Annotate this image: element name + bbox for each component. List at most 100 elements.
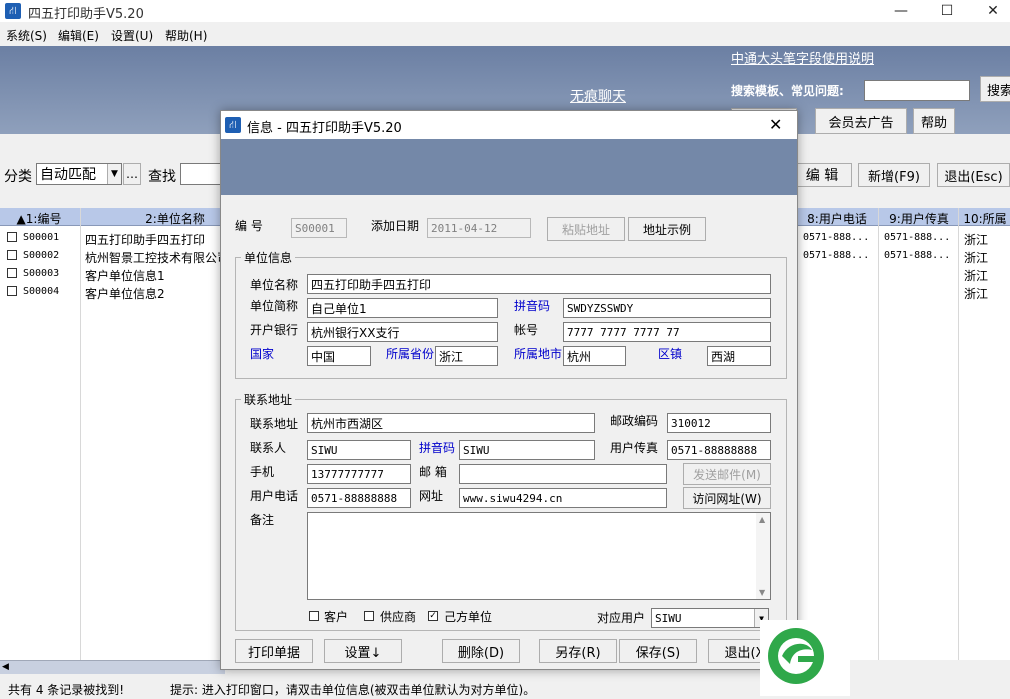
menu-bar: 系统(S) 编辑(E) 设置(U) 帮助(H) [0,26,1010,44]
search-label: 搜索模板、常见问题: [731,84,844,98]
menu-help[interactable]: 帮助(H) [165,27,207,44]
row-name: 客户单位信息1 [85,269,165,283]
supplier-label: 供应商 [380,610,417,624]
search-button[interactable]: 搜索 [980,76,1010,102]
row-code: S00002 [23,250,60,261]
row-name: 四五打印助手四五打印 [85,233,206,247]
email-field[interactable] [459,464,667,484]
maximize-button[interactable]: ☐ [924,0,970,22]
template-search-input[interactable] [864,80,970,101]
menu-settings[interactable]: 设置(U) [111,27,153,44]
settings-button[interactable]: 设置↓ [324,639,402,663]
add-button[interactable]: 新增(F9) [858,163,930,187]
dialog-close-icon[interactable]: ✕ [769,115,782,134]
customer-checkbox[interactable] [309,611,319,621]
account-field[interactable]: 7777 7777 7777 77 [563,322,771,342]
dialog-title-bar: ⛙ 信息 - 四五打印助手V5.20 ✕ [221,111,797,139]
row-checkbox[interactable] [7,232,17,242]
dialog-logo-icon: ⛙ [225,117,241,133]
send-email-button[interactable]: 发送邮件(M) [683,463,771,485]
minimize-button[interactable]: — [878,0,924,22]
note-textarea[interactable]: ▲ ▼ [307,512,771,600]
row-checkbox[interactable] [7,268,17,278]
edit-button[interactable]: 编 辑 [792,163,852,187]
horizontal-scrollbar[interactable]: ◀ [0,660,225,674]
delete-button[interactable]: 删除(D) [442,639,520,663]
tab-vip-no-ads[interactable]: 会员去广告 [815,108,907,134]
zip-field[interactable]: 310012 [667,413,771,433]
col-header-code[interactable]: ▲1:编号 [0,210,78,227]
address-field[interactable]: 杭州市西湖区 [307,413,595,433]
short-name-label: 单位简称 [250,299,299,313]
url-label: 网址 [419,489,444,503]
row-checkbox[interactable] [7,286,17,296]
url-field[interactable]: www.siwu4294.cn [459,488,667,508]
email-label: 邮 箱 [419,465,447,479]
scroll-up-icon[interactable]: ▲ [759,515,765,524]
fax-label: 用户传真 [610,441,659,455]
row-phone: 0571-888... [803,250,870,261]
short-name-field[interactable]: 自己单位1 [307,298,498,318]
exit-button[interactable]: 退出(Esc) [937,163,1010,187]
record-count: 共有 4 条记录被找到! [8,683,125,697]
note-scrollbar[interactable]: ▲ ▼ [756,513,770,599]
row-phone: 0571-888... [803,232,870,243]
user-select[interactable]: SIWU ▼ [651,608,769,628]
paste-address-button[interactable]: 粘贴地址 [547,217,625,241]
city-field[interactable]: 杭州 [563,346,626,366]
district-field[interactable]: 西湖 [707,346,771,366]
pinyin2-field[interactable]: SIWU [459,440,595,460]
row-code: S00001 [23,232,60,243]
leaf-logo-icon [768,628,824,684]
close-window-button[interactable]: ✕ [970,0,1010,22]
dialog-title: 信息 - 四五打印助手V5.20 [247,121,402,136]
address-example-button[interactable]: 地址示例 [628,217,706,241]
tab-help[interactable]: 帮助 [913,108,955,134]
chat-link[interactable]: 无痕聊天 [570,86,626,106]
country-field[interactable]: 中国 [307,346,371,366]
self-unit-label: 己方单位 [444,610,493,624]
province-field[interactable]: 浙江 [435,346,498,366]
fax-field[interactable]: 0571-88888888 [667,440,771,460]
find-input[interactable] [180,163,224,185]
self-unit-checkbox[interactable]: ✓ [428,611,438,621]
row-province: 浙江 [964,269,989,283]
supplier-checkbox[interactable] [364,611,374,621]
find-label: 查找 [148,169,176,185]
row-province: 浙江 [964,233,989,247]
contact-person-field[interactable]: SIWU [307,440,411,460]
pinyin-field[interactable]: SWDYZSSWDY [563,298,771,318]
print-button[interactable]: 打印单据 [235,639,313,663]
scroll-down-icon[interactable]: ▼ [759,588,765,597]
category-label: 分类 [4,169,32,185]
dropdown-arrow-icon: ▼ [107,164,121,184]
unit-name-label: 单位名称 [250,278,299,292]
col-header-province[interactable]: 10:所属 [960,210,1010,227]
date-label: 添加日期 [371,219,420,233]
category-more-button[interactable]: … [123,163,141,185]
row-checkbox[interactable] [7,250,17,260]
bank-label: 开户银行 [250,323,299,337]
visit-url-button[interactable]: 访问网址(W) [683,487,771,509]
col-header-phone[interactable]: 8:用户电话 [797,210,877,227]
menu-edit[interactable]: 编辑(E) [58,27,99,44]
unit-name-field[interactable]: 四五打印助手四五打印 [307,274,771,294]
date-field: 2011-04-12 [427,218,531,238]
row-code: S00004 [23,286,60,297]
mobile-field[interactable]: 13777777777 [307,464,411,484]
row-fax: 0571-888... [884,250,951,261]
col-header-fax[interactable]: 9:用户传真 [879,210,959,227]
menu-system[interactable]: 系统(S) [6,27,47,44]
status-hint: 提示: 进入打印窗口，请双击单位信息(被双击单位默认为对方单位)。 [170,683,536,697]
category-select[interactable]: 自动匹配 ▼ [36,163,122,185]
pinyin-label: 拼音码 [514,299,551,313]
bank-field[interactable]: 杭州银行XX支行 [307,322,498,342]
row-fax: 0571-888... [884,232,951,243]
scroll-left-icon[interactable]: ◀ [2,662,9,672]
saveas-button[interactable]: 另存(R) [539,639,617,663]
address-label: 联系地址 [250,417,299,431]
top-help-link[interactable]: 中通大头笔字段使用说明 [731,48,874,67]
country-label: 国家 [250,347,275,361]
phone-field[interactable]: 0571-88888888 [307,488,411,508]
save-button[interactable]: 保存(S) [619,639,697,663]
